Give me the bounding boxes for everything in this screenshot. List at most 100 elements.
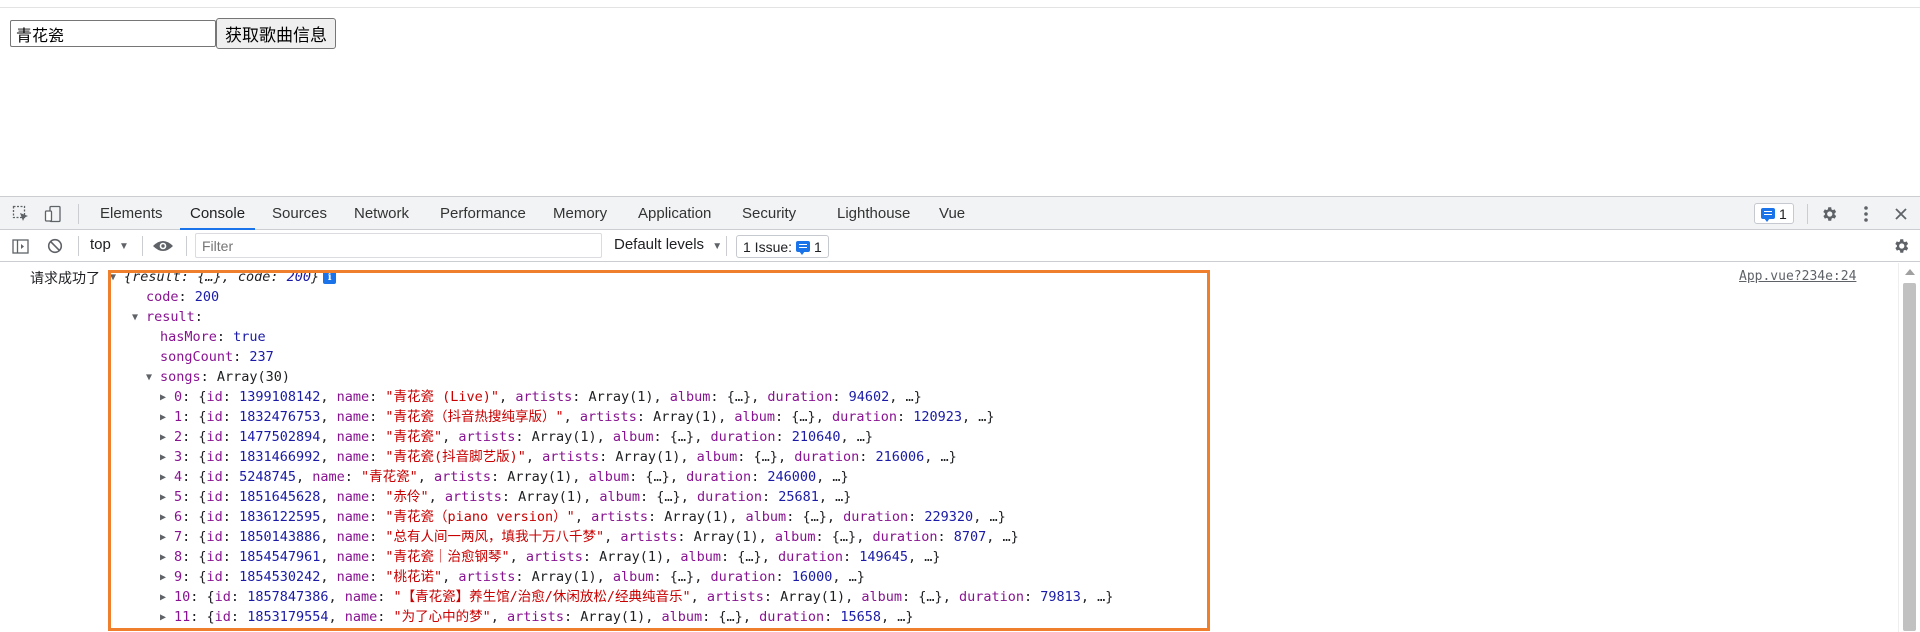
song-key-artists: artists xyxy=(515,389,573,405)
more-options-icon[interactable] xyxy=(1855,203,1877,225)
expanded-triangle-icon[interactable]: ▼ xyxy=(132,308,146,328)
song-key-duration: duration xyxy=(958,589,1024,605)
toolbar-separator xyxy=(78,236,79,256)
tab-lighthouse[interactable]: Lighthouse xyxy=(837,197,910,230)
song-key-artists: artists xyxy=(579,409,637,425)
tab-performance[interactable]: Performance xyxy=(440,197,526,230)
song-index: 8 xyxy=(174,549,183,565)
issues-button[interactable]: 1 Issue: 1 xyxy=(736,235,829,258)
song-row[interactable]: ▶ 9: {id: 1854530242, name: "桃花诺", artist… xyxy=(110,567,1113,587)
object-preview-row[interactable]: ▼ {result: {…}, code: 200} i xyxy=(110,267,1113,287)
property-row-result[interactable]: ▼ result: xyxy=(110,307,1113,327)
scroll-up-arrow-icon[interactable] xyxy=(1905,269,1915,275)
collapsed-triangle-icon[interactable]: ▶ xyxy=(160,488,174,508)
preview-value: 200 xyxy=(286,269,312,285)
song-index: 4 xyxy=(174,469,183,485)
property-value: 200 xyxy=(194,289,220,305)
tab-vue[interactable]: Vue xyxy=(939,197,965,230)
song-row[interactable]: ▶ 6: {id: 1836122595, name: "青花瓷（piano ve… xyxy=(110,507,1113,527)
song-album: {…} xyxy=(726,389,752,405)
property-row-songs[interactable]: ▼ songs: Array(30) xyxy=(110,367,1113,387)
song-duration: 216006 xyxy=(875,449,925,465)
log-source-link[interactable]: App.vue?234e:24 xyxy=(1739,269,1856,284)
tab-application[interactable]: Application xyxy=(638,197,711,230)
song-id: 1850143886 xyxy=(239,529,321,545)
tab-sources[interactable]: Sources xyxy=(272,197,327,230)
song-album: {…} xyxy=(737,549,762,565)
clear-console-icon[interactable] xyxy=(45,236,65,256)
song-key-id: id xyxy=(206,389,223,405)
sidebar-toggle-icon[interactable] xyxy=(10,236,30,256)
song-key-artists: artists xyxy=(434,469,491,485)
scrollbar-thumb[interactable] xyxy=(1903,283,1916,631)
info-icon[interactable]: i xyxy=(323,271,337,284)
issues-badge[interactable]: 1 xyxy=(1754,203,1794,224)
property-row-hasmore: hasMore: true xyxy=(160,329,266,345)
collapsed-triangle-icon[interactable]: ▶ xyxy=(160,548,174,568)
song-row[interactable]: ▶ 3: {id: 1831466992, name: "青花瓷(抖音脚艺版)",… xyxy=(110,447,1113,467)
console-settings-gear-icon[interactable] xyxy=(1890,235,1912,257)
log-levels-dropdown[interactable]: Default levels ▼ xyxy=(614,236,722,253)
context-selector-label: top xyxy=(90,236,111,253)
song-duration: 149645 xyxy=(859,549,909,565)
song-index: 0 xyxy=(174,389,183,405)
preview-value: {…} xyxy=(197,269,222,285)
song-duration: 25681 xyxy=(778,489,819,505)
song-row[interactable]: ▶ 10: {id: 1857847386, name: "【青花瓷】养生馆/治愈… xyxy=(110,587,1113,607)
devtools-panel: Elements Console Sources Network Perform… xyxy=(0,196,1920,632)
song-duration: 16000 xyxy=(791,569,833,585)
song-row[interactable]: ▶ 4: {id: 5248745, name: "青花瓷", artists: … xyxy=(110,467,1113,487)
song-row[interactable]: ▶ 2: {id: 1477502894, name: "青花瓷", artist… xyxy=(110,427,1113,447)
song-row[interactable]: ▶ 11: {id: 1853179554, name: "为了心中的梦", ar… xyxy=(110,607,1113,627)
tab-elements[interactable]: Elements xyxy=(100,197,163,230)
collapsed-triangle-icon[interactable]: ▶ xyxy=(160,508,174,528)
console-filter-input[interactable] xyxy=(195,233,602,258)
context-selector[interactable]: top ▼ xyxy=(90,236,129,253)
tab-console[interactable]: Console xyxy=(180,197,256,230)
tab-memory[interactable]: Memory xyxy=(553,197,607,230)
song-row[interactable]: ▶ 5: {id: 1851645628, name: "赤伶", artists… xyxy=(110,487,1113,507)
song-row[interactable]: ▶ 0: {id: 1399108142, name: "青花瓷 (Live)",… xyxy=(110,387,1113,407)
collapsed-triangle-icon[interactable]: ▶ xyxy=(160,448,174,468)
song-name: "为了心中的梦" xyxy=(393,609,491,625)
song-key-name: name xyxy=(336,529,370,545)
song-artists: Array(1) xyxy=(531,429,597,445)
inspect-element-icon[interactable] xyxy=(10,203,32,225)
song-key-name: name xyxy=(336,569,370,585)
song-search-input[interactable] xyxy=(10,20,216,47)
collapsed-triangle-icon[interactable]: ▶ xyxy=(160,588,174,608)
song-key-album: album xyxy=(734,409,776,425)
property-value: 237 xyxy=(249,349,274,365)
log-message-text: 请求成功了 xyxy=(30,271,100,287)
song-name: "青花瓷 (Live)" xyxy=(385,389,500,405)
close-devtools-icon[interactable] xyxy=(1890,203,1912,225)
song-row[interactable]: ▶ 7: {id: 1850143886, name: "总有人间一两风，填我十万… xyxy=(110,527,1113,547)
collapsed-triangle-icon[interactable]: ▶ xyxy=(160,428,174,448)
collapsed-triangle-icon[interactable]: ▶ xyxy=(160,468,174,488)
page-top-divider xyxy=(0,7,1920,8)
song-name: "【青花瓷】养生馆/治愈/休闲放松/经典纯音乐" xyxy=(393,589,691,605)
song-key-duration: duration xyxy=(696,489,762,505)
song-key-artists: artists xyxy=(444,489,502,505)
expanded-triangle-icon[interactable]: ▼ xyxy=(146,368,160,388)
settings-gear-icon[interactable] xyxy=(1818,203,1840,225)
device-toolbar-icon[interactable] xyxy=(42,203,64,225)
collapsed-triangle-icon[interactable]: ▶ xyxy=(160,568,174,588)
collapsed-triangle-icon[interactable]: ▶ xyxy=(160,408,174,428)
live-expression-eye-icon[interactable] xyxy=(150,236,176,256)
collapsed-triangle-icon[interactable]: ▶ xyxy=(160,608,174,628)
collapsed-triangle-icon[interactable]: ▶ xyxy=(160,528,174,548)
song-id: 1854547961 xyxy=(239,549,321,565)
console-scrollbar[interactable] xyxy=(1898,263,1920,632)
song-index: 2 xyxy=(174,429,183,445)
issues-badge-count: 1 xyxy=(1779,205,1787,222)
tab-security[interactable]: Security xyxy=(742,197,796,230)
expanded-triangle-icon[interactable]: ▼ xyxy=(110,268,124,288)
property-key: code xyxy=(146,289,179,305)
tab-network[interactable]: Network xyxy=(354,197,409,230)
song-row[interactable]: ▶ 8: {id: 1854547961, name: "青花瓷｜治愈钢琴", a… xyxy=(110,547,1113,567)
collapsed-triangle-icon[interactable]: ▶ xyxy=(160,388,174,408)
song-key-id: id xyxy=(214,589,231,605)
fetch-song-info-button[interactable]: 获取歌曲信息 xyxy=(216,18,336,49)
song-row[interactable]: ▶ 1: {id: 1832476753, name: "青花瓷（抖音热搜纯享版）… xyxy=(110,407,1113,427)
